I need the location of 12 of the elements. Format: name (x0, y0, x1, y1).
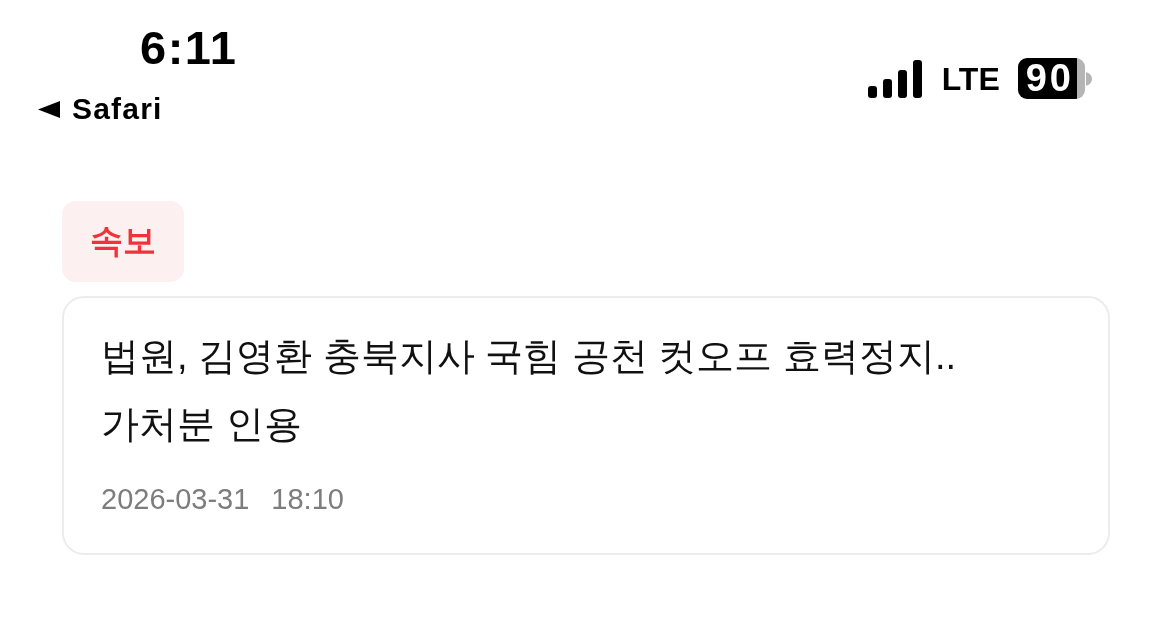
back-triangle-icon (38, 100, 60, 118)
back-link[interactable]: Safari (72, 94, 163, 124)
battery-tip-icon (1086, 71, 1092, 86)
news-headline: 법원, 김영환 충북지사 국힘 공천 컷오프 효력정지.. 가처분 인용 (101, 333, 958, 447)
news-card[interactable]: 법원, 김영환 충북지사 국힘 공천 컷오프 효력정지.. 가처분 인용 2026-03-31 18:10 (62, 295, 1110, 555)
news-date: 2026-03-31 (101, 481, 250, 517)
signal-bars-icon (867, 59, 924, 98)
battery-indicator: 90 (1017, 58, 1085, 99)
network-type: LTE (941, 62, 1000, 95)
news-time: 18:10 (271, 481, 344, 517)
clock-time: 6:11 (140, 24, 238, 71)
breaking-badge: 속보 (62, 201, 184, 282)
